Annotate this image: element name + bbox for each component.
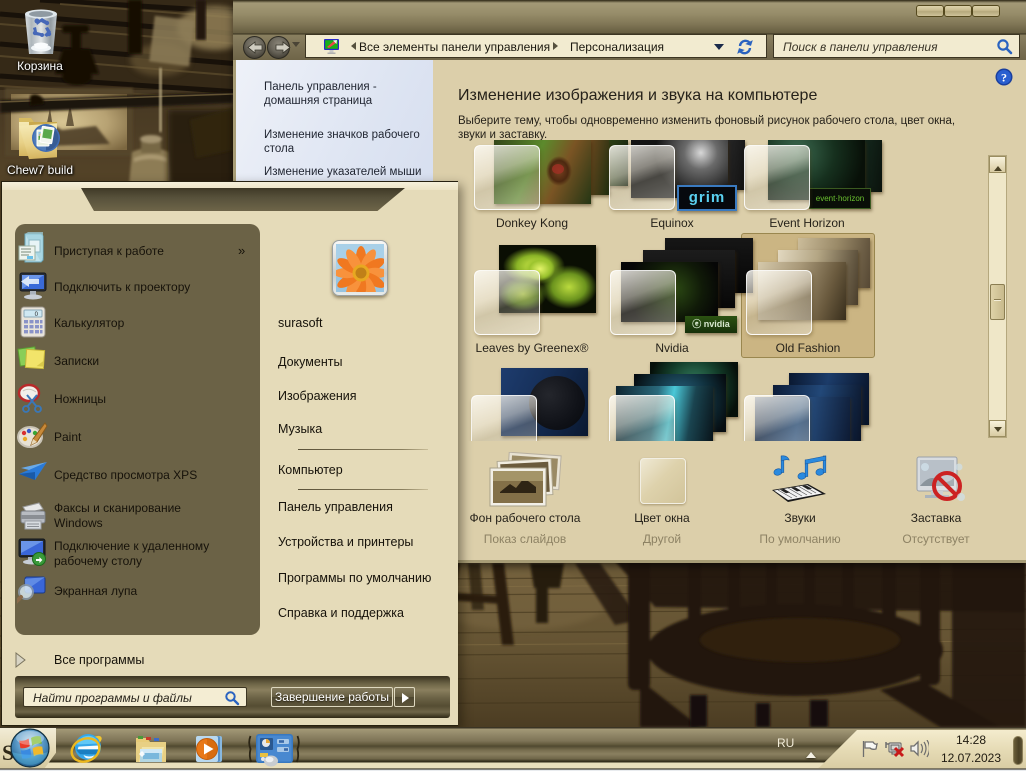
svg-text:?: ? (1001, 71, 1007, 85)
